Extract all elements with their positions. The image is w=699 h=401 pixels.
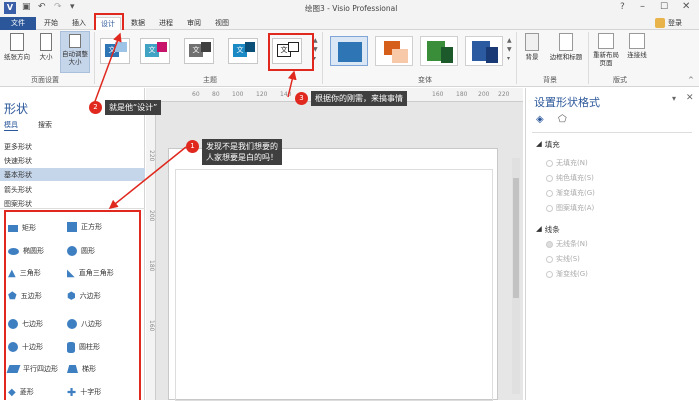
annotation-arrows (93, 32, 297, 209)
arrow-to-theme (287, 70, 297, 98)
callout-text-2: 就是他“设计” (105, 100, 162, 115)
callout-number-2: 2 (89, 101, 102, 114)
callout-text-3: 根据你的刚需，来搞事情 (311, 91, 407, 106)
callout-text-1: 发现不是我们想要的 人家想要是白的吗！ (202, 139, 282, 165)
callout-number-1: 1 (186, 140, 199, 153)
arrow-to-design-tab (93, 32, 122, 105)
callout-number-3: 3 (295, 92, 308, 105)
arrow-to-shapes (108, 146, 187, 209)
